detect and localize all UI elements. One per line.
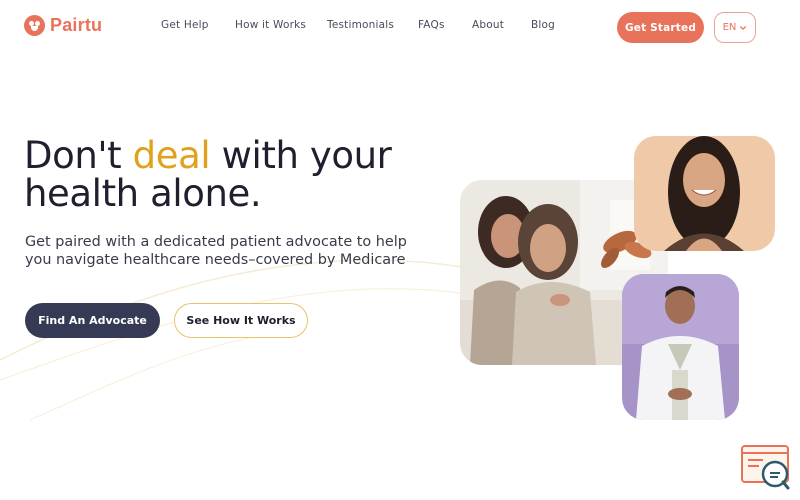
site-header: Pairtu Get Help How it Works Testimonial… — [0, 0, 800, 54]
nav-item-how-it-works[interactable]: How it Works — [235, 19, 306, 31]
nav-item-blog[interactable]: Blog — [531, 19, 555, 31]
nav-item-testimonials[interactable]: Testimonials — [327, 19, 394, 31]
nav-item-faqs[interactable]: FAQs — [418, 19, 445, 31]
find-advocate-button[interactable]: Find An Advocate — [25, 303, 160, 338]
headline-accent-word: deal — [132, 134, 211, 177]
see-how-it-works-button[interactable]: See How It Works — [174, 303, 308, 338]
hero-headline: Don't deal with your health alone. — [24, 137, 444, 213]
chevron-down-icon — [740, 25, 747, 30]
language-label: EN — [722, 22, 737, 33]
hero-photo-woman — [634, 136, 775, 251]
get-started-button[interactable]: Get Started — [617, 12, 704, 43]
hero-photo-doctor — [622, 274, 739, 420]
hero-subtext: Get paired with a dedicated patient advo… — [25, 234, 407, 268]
headline-part-1: Don't — [24, 134, 133, 177]
chat-support-widget[interactable] — [741, 444, 791, 490]
chat-support-icon — [741, 445, 790, 490]
nav-item-get-help[interactable]: Get Help — [161, 19, 209, 31]
nav-item-about[interactable]: About — [472, 19, 504, 31]
language-selector[interactable]: EN — [714, 12, 756, 43]
